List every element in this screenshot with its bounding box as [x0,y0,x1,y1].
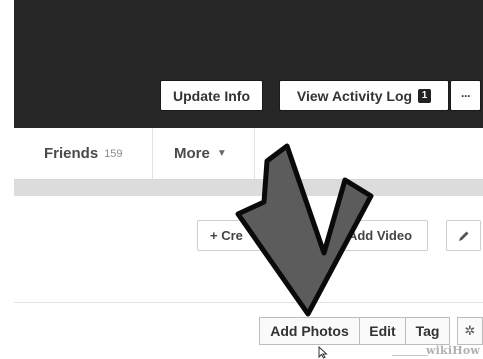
photo-actions-group: Add Photos Edit Tag [259,317,450,345]
add-photos-label: Add Photos [270,323,349,339]
gear-icon: ✲ [464,323,476,338]
edit-button[interactable]: Edit [359,317,406,345]
settings-button[interactable]: ✲ [457,317,483,345]
add-photos-button[interactable]: Add Photos [259,317,360,345]
wikihow-watermark: wikiHow [426,344,481,357]
tag-button[interactable]: Tag [405,317,450,345]
tag-label: Tag [415,323,440,339]
mouse-cursor-icon [318,346,328,359]
pointer-arrow-annotation [235,143,374,317]
edit-label: Edit [369,323,396,339]
watermark-underline [392,355,428,356]
